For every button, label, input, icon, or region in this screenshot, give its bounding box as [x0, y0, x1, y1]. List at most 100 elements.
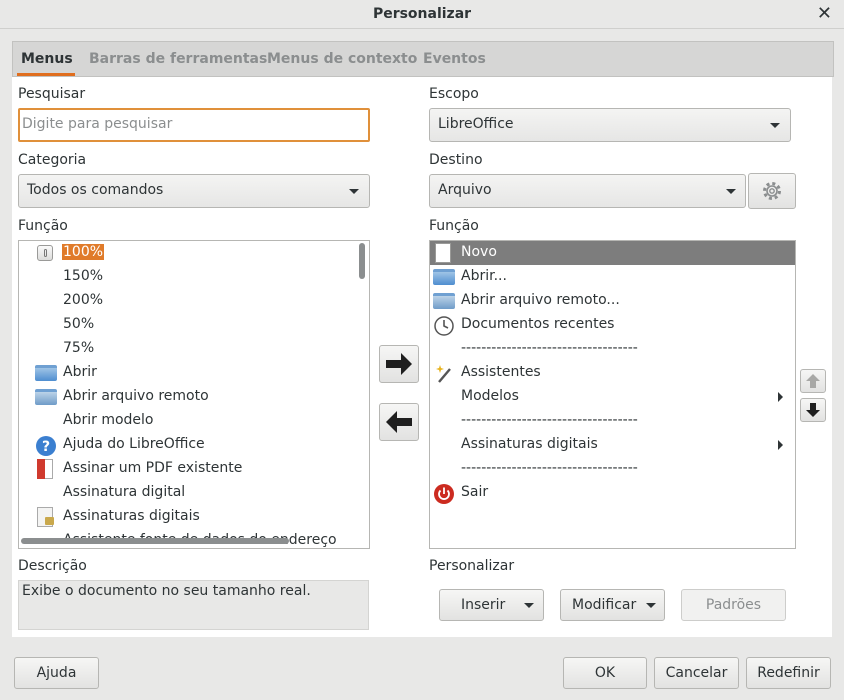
tab-events[interactable]: Eventos	[423, 51, 486, 67]
chevron-down-icon	[349, 189, 359, 194]
tab-bar: Menus Barras de ferramentas Menus de con…	[12, 41, 834, 77]
insert-button[interactable]: Inserir	[439, 589, 544, 621]
ok-button[interactable]: OK	[563, 657, 647, 689]
menu-entry-row[interactable]: Abrir arquivo remoto...	[430, 289, 795, 313]
menu-entry-label: Abrir arquivo remoto...	[461, 292, 620, 308]
chevron-down-icon	[524, 603, 534, 608]
tab-toolbars[interactable]: Barras de ferramentas	[89, 51, 267, 67]
function-item-label: 75%	[63, 340, 95, 356]
menu-entry-label: -----------------------------------	[461, 340, 638, 356]
menu-entries-list[interactable]: Novo Abrir... Abrir arquivo remoto... Docum…	[429, 240, 796, 549]
function-item-row[interactable]: 150%	[19, 265, 355, 289]
move-up-button[interactable]	[800, 369, 826, 393]
reset-button[interactable]: Redefinir	[746, 657, 831, 689]
menu-entry-row[interactable]: Assistentes	[430, 361, 795, 385]
function-item-label: Abrir	[63, 364, 97, 380]
arrow-left-icon	[386, 411, 412, 433]
menu-entry-row[interactable]: Novo	[430, 241, 795, 265]
modify-button[interactable]: Modificar	[560, 589, 665, 621]
help-button[interactable]: Ajuda	[14, 657, 99, 689]
function-item-row[interactable]: Abrir	[19, 361, 355, 385]
move-down-button[interactable]	[800, 398, 826, 422]
function-item-row[interactable]: 75%	[19, 337, 355, 361]
menu-entry-label: Novo	[461, 244, 497, 260]
menu-entry-row[interactable]: Modelos	[430, 385, 795, 409]
function-label-left: Função	[18, 218, 68, 234]
function-item-row[interactable]: Abrir arquivo remoto	[19, 385, 355, 409]
target-label: Destino	[429, 152, 483, 168]
description-text: Exibe o documento no seu tamanho real.	[22, 583, 311, 599]
folder-icon	[433, 268, 455, 286]
help-icon: ?	[35, 436, 56, 456]
cancel-button[interactable]: Cancelar	[654, 657, 739, 689]
function-item-row[interactable]: ? Ajuda do LibreOffice	[19, 433, 355, 457]
recent-documents-icon	[433, 316, 454, 336]
vertical-scrollbar-thumb[interactable]	[359, 243, 365, 279]
menu-entry-row[interactable]: Sair	[430, 481, 795, 505]
sign-pdf-icon	[35, 459, 55, 479]
tab-context-menus[interactable]: Menus de contexto	[267, 51, 417, 67]
wizard-icon	[433, 364, 453, 383]
remote-folder-icon	[35, 388, 57, 406]
function-item-label: Assinaturas digitais	[63, 508, 200, 524]
remove-command-button[interactable]	[379, 403, 419, 441]
add-command-button[interactable]	[379, 345, 419, 383]
menu-entry-row[interactable]: -----------------------------------	[430, 457, 795, 481]
menu-entry-row[interactable]: Documentos recentes	[430, 313, 795, 337]
zoom-icon	[35, 244, 55, 262]
category-value: Todos os comandos	[27, 182, 164, 198]
close-icon[interactable]: ✕	[817, 3, 832, 24]
scope-value: LibreOffice	[438, 116, 514, 132]
chevron-down-icon	[726, 189, 736, 194]
function-item-row[interactable]: Abrir modelo	[19, 409, 355, 433]
menu-entry-label: Assistentes	[461, 364, 541, 380]
defaults-button[interactable]: Padrões	[681, 589, 786, 621]
title-bar: Personalizar ✕	[0, 0, 844, 29]
submenu-arrow-icon	[778, 440, 783, 450]
function-list-left[interactable]: 100% 150% 200% 50% 75% Abrir Abrir arquivo rem…	[18, 240, 370, 549]
function-item-label: Assinatura digital	[63, 484, 186, 500]
menu-entry-row[interactable]: -----------------------------------	[430, 409, 795, 433]
target-options-button[interactable]	[748, 173, 796, 209]
folder-icon	[35, 364, 57, 382]
tab-menus[interactable]: Menus	[21, 51, 73, 67]
category-label: Categoria	[18, 152, 87, 168]
function-item-label: 200%	[63, 292, 104, 308]
description-label: Descrição	[18, 558, 87, 574]
scope-label: Escopo	[429, 86, 479, 102]
function-item-row[interactable]: 100%	[19, 241, 355, 265]
category-select[interactable]: Todos os comandos	[18, 174, 370, 208]
function-item-label: 150%	[63, 268, 104, 284]
function-item-row[interactable]: 200%	[19, 289, 355, 313]
search-placeholder: Digite para pesquisar	[22, 116, 173, 132]
window-title: Personalizar	[372, 6, 472, 22]
search-input[interactable]: Digite para pesquisar	[18, 108, 370, 142]
scope-select[interactable]: LibreOffice	[429, 108, 791, 142]
function-item-label: Abrir modelo	[63, 412, 154, 428]
function-item-label: 100%	[62, 244, 105, 260]
function-item-row[interactable]: Assinar um PDF existente	[19, 457, 355, 481]
menu-entry-label: Abrir...	[461, 268, 507, 284]
customize-label: Personalizar	[429, 558, 515, 574]
target-select[interactable]: Arquivo	[429, 174, 746, 208]
menu-entry-row[interactable]: Abrir...	[430, 265, 795, 289]
search-label: Pesquisar	[18, 86, 86, 102]
function-label-right: Função	[429, 218, 479, 234]
menu-entry-row[interactable]: -----------------------------------	[430, 337, 795, 361]
svg-text:?: ?	[42, 439, 50, 455]
chevron-down-icon	[770, 123, 780, 128]
function-item-row[interactable]: Assinatura digital	[19, 481, 355, 505]
remote-folder-icon	[433, 292, 455, 310]
menu-entry-label: -----------------------------------	[461, 412, 638, 428]
function-item-label: Assinar um PDF existente	[63, 460, 243, 476]
menu-entry-label: -----------------------------------	[461, 460, 638, 476]
arrow-up-icon	[806, 374, 820, 388]
function-item-row[interactable]: 50%	[19, 313, 355, 337]
description-box: Exibe o documento no seu tamanho real.	[18, 580, 369, 630]
function-item-row[interactable]: Assinaturas digitais	[19, 505, 355, 529]
menu-entry-row[interactable]: Assinaturas digitais	[430, 433, 795, 457]
menu-entry-label: Assinaturas digitais	[461, 436, 598, 452]
horizontal-scrollbar-thumb[interactable]	[21, 538, 289, 544]
arrow-right-icon	[386, 353, 412, 375]
menu-entry-label: Sair	[461, 484, 489, 500]
